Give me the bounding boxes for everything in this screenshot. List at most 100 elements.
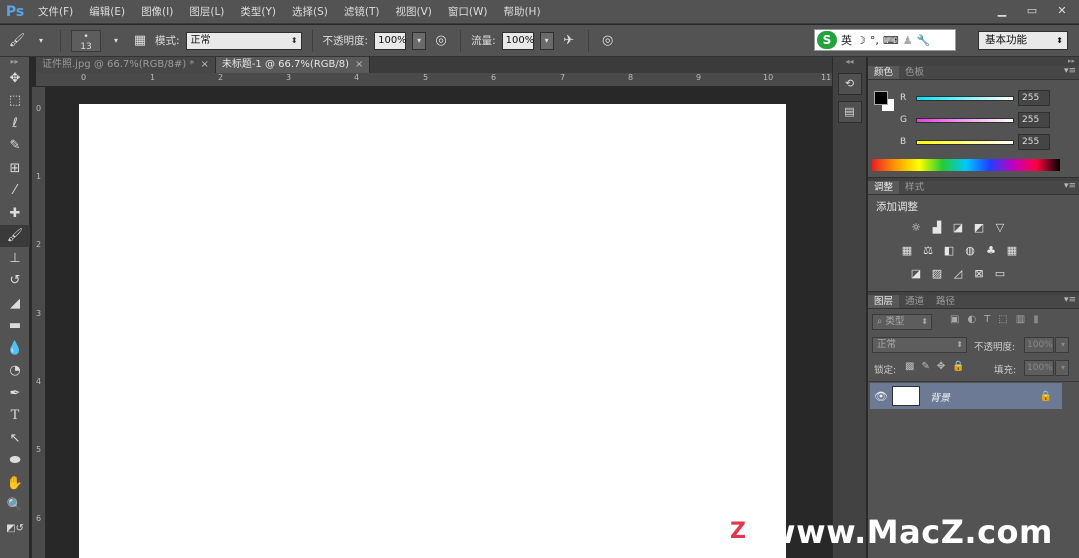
pressure-size-icon[interactable]: ◎ (599, 33, 617, 48)
menu-type[interactable]: 类型(Y) (232, 4, 284, 19)
chevron-down-icon[interactable]: ▾ (1055, 337, 1069, 353)
eraser-tool-icon[interactable]: ◢ (0, 292, 30, 315)
ruler-horizontal[interactable]: 0 1 2 3 4 5 6 7 8 9 10 11 (36, 73, 832, 87)
collapse-icon[interactable]: ▸▸ (0, 57, 29, 67)
blue-slider[interactable]: B 255 (900, 134, 1050, 150)
blue-track[interactable] (916, 139, 1014, 145)
tab-swatches[interactable]: 色板 (899, 66, 930, 79)
smart-object-filter-icon[interactable]: ▥ (1016, 314, 1025, 325)
posterize-icon[interactable]: ▨ (929, 267, 945, 281)
brightness-icon[interactable]: ☼ (908, 221, 924, 235)
lock-transparent-icon[interactable]: ▩ (905, 361, 914, 372)
menu-image[interactable]: 图像(I) (133, 4, 181, 19)
tab-adjustments[interactable]: 调整 (868, 181, 900, 194)
menu-window[interactable]: 窗口(W) (440, 4, 496, 19)
wrench-icon[interactable]: 🔧 (917, 34, 931, 47)
tab-document-1[interactable]: 证件照.jpg @ 66.7%(RGB/8#) * × (36, 57, 216, 73)
flow-dropdown-icon[interactable]: ▾ (539, 31, 554, 50)
moon-icon[interactable]: ☽ (856, 34, 866, 47)
marquee-tool-icon[interactable]: ⬚ (0, 90, 30, 113)
healing-brush-tool-icon[interactable]: ✚ (0, 202, 30, 225)
punctuation-icon[interactable]: °, (870, 34, 879, 47)
blend-mode-select[interactable]: 正常 ⬍ (872, 337, 967, 353)
opacity-input[interactable]: 100% (374, 31, 407, 50)
filter-toggle-icon[interactable]: ▮ (1033, 314, 1039, 325)
threshold-icon[interactable]: ◿ (950, 267, 966, 281)
keyboard-icon[interactable]: ⌨ (883, 34, 899, 47)
brush-panel-toggle-icon[interactable]: ▦ (131, 33, 149, 48)
menu-select[interactable]: 选择(S) (284, 4, 336, 19)
pressure-opacity-icon[interactable]: ◎ (432, 33, 450, 48)
menu-filter[interactable]: 滤镜(T) (336, 4, 388, 19)
tab-channels[interactable]: 通道 (899, 295, 930, 308)
pen-tool-icon[interactable]: ✒ (0, 382, 30, 405)
user-icon[interactable]: ♟ (903, 34, 913, 47)
red-slider[interactable]: R 255 (900, 90, 1050, 106)
panel-menu-icon[interactable]: ▾≡ (1064, 181, 1076, 191)
layer-filter-select[interactable]: ⌕ 类型 ⬍ (872, 314, 932, 330)
invert-icon[interactable]: ◪ (908, 267, 924, 281)
foreground-color-swatch[interactable] (874, 91, 888, 105)
menu-file[interactable]: 文件(F) (30, 4, 81, 19)
panel-menu-icon[interactable]: ▾≡ (1064, 295, 1076, 305)
adjustment-filter-icon[interactable]: ◐ (967, 314, 976, 325)
collapse-icon[interactable]: ◂◂ (833, 57, 866, 67)
gradient-tool-icon[interactable]: ▬ (0, 315, 30, 338)
close-icon[interactable]: × (355, 57, 363, 73)
fill-input[interactable]: 100% (1024, 360, 1054, 376)
restore-icon[interactable]: ▭ (1021, 3, 1043, 18)
photo-filter-icon[interactable]: ◍ (962, 244, 978, 258)
ime-toolbar[interactable]: S 英 ☽ °, ⌨ ♟ 🔧 (814, 29, 956, 51)
green-slider[interactable]: G 255 (900, 112, 1050, 128)
vibrance-icon[interactable]: ▽ (992, 221, 1008, 235)
visibility-eye-icon[interactable]: 👁 (870, 390, 892, 403)
properties-panel-icon[interactable]: ▤ (837, 101, 862, 123)
eyedropper-tool-icon[interactable]: ⁄ (0, 180, 30, 203)
red-value-input[interactable]: 255 (1018, 90, 1050, 106)
zoom-tool-icon[interactable]: 🔍 (0, 495, 30, 518)
blur-tool-icon[interactable]: 💧 (0, 337, 30, 360)
history-brush-tool-icon[interactable]: ↺ (0, 270, 30, 293)
brush-tool-icon[interactable]: 🖌 (0, 224, 30, 247)
menu-help[interactable]: 帮助(H) (495, 4, 548, 19)
menu-view[interactable]: 视图(V) (387, 4, 439, 19)
green-value-input[interactable]: 255 (1018, 112, 1050, 128)
collapse-icon[interactable]: ▸▸ (868, 57, 1079, 65)
document-canvas[interactable] (79, 104, 786, 558)
chevron-down-icon[interactable]: ▾ (107, 36, 125, 45)
pixel-filter-icon[interactable]: ▣ (950, 314, 959, 325)
hand-tool-icon[interactable]: ✋ (0, 472, 30, 495)
chevron-down-icon[interactable]: ▾ (1055, 360, 1069, 376)
move-tool-icon[interactable]: ✥ (0, 67, 30, 90)
ruler-vertical[interactable]: 0 1 2 3 4 5 6 (32, 87, 46, 558)
black-white-icon[interactable]: ◧ (941, 244, 957, 258)
tab-styles[interactable]: 样式 (899, 181, 930, 194)
ellipse-tool-icon[interactable]: ⬬ (0, 450, 30, 473)
minimize-icon[interactable]: ▁ (991, 3, 1013, 18)
tab-paths[interactable]: 路径 (930, 295, 961, 308)
opacity-dropdown-icon[interactable]: ▾ (412, 31, 427, 50)
shape-filter-icon[interactable]: ⬚ (998, 314, 1007, 325)
history-panel-icon[interactable]: ⟲ (837, 73, 862, 95)
type-tool-icon[interactable]: T (0, 405, 30, 428)
quick-select-tool-icon[interactable]: ✎ (0, 135, 30, 158)
clone-stamp-tool-icon[interactable]: ⊥ (0, 247, 30, 270)
tab-color[interactable]: 颜色 (868, 66, 900, 79)
red-track[interactable] (916, 95, 1014, 101)
hue-saturation-icon[interactable]: ▦ (899, 244, 915, 258)
gradient-map-icon[interactable]: ▭ (992, 267, 1008, 281)
layer-opacity-input[interactable]: 100% (1024, 337, 1054, 353)
brush-preset-icon[interactable]: 🖌 (8, 33, 26, 48)
close-icon[interactable]: × (200, 57, 208, 73)
type-filter-icon[interactable]: T (984, 314, 990, 325)
tab-layers[interactable]: 图层 (868, 295, 900, 308)
green-track[interactable] (916, 117, 1014, 123)
lock-position-icon[interactable]: ✥ (937, 361, 945, 372)
channel-mixer-icon[interactable]: ♣ (983, 244, 999, 258)
lock-pixels-icon[interactable]: ✎ (921, 361, 929, 372)
color-swatches-icon[interactable]: ◩↺ (0, 517, 30, 540)
airbrush-icon[interactable]: ✈ (560, 33, 578, 48)
color-balance-icon[interactable]: ⚖ (920, 244, 936, 258)
layer-row[interactable]: 👁 背景 🔒 (870, 383, 1062, 409)
workspace-select[interactable]: 基本功能 ⬍ (978, 31, 1068, 50)
